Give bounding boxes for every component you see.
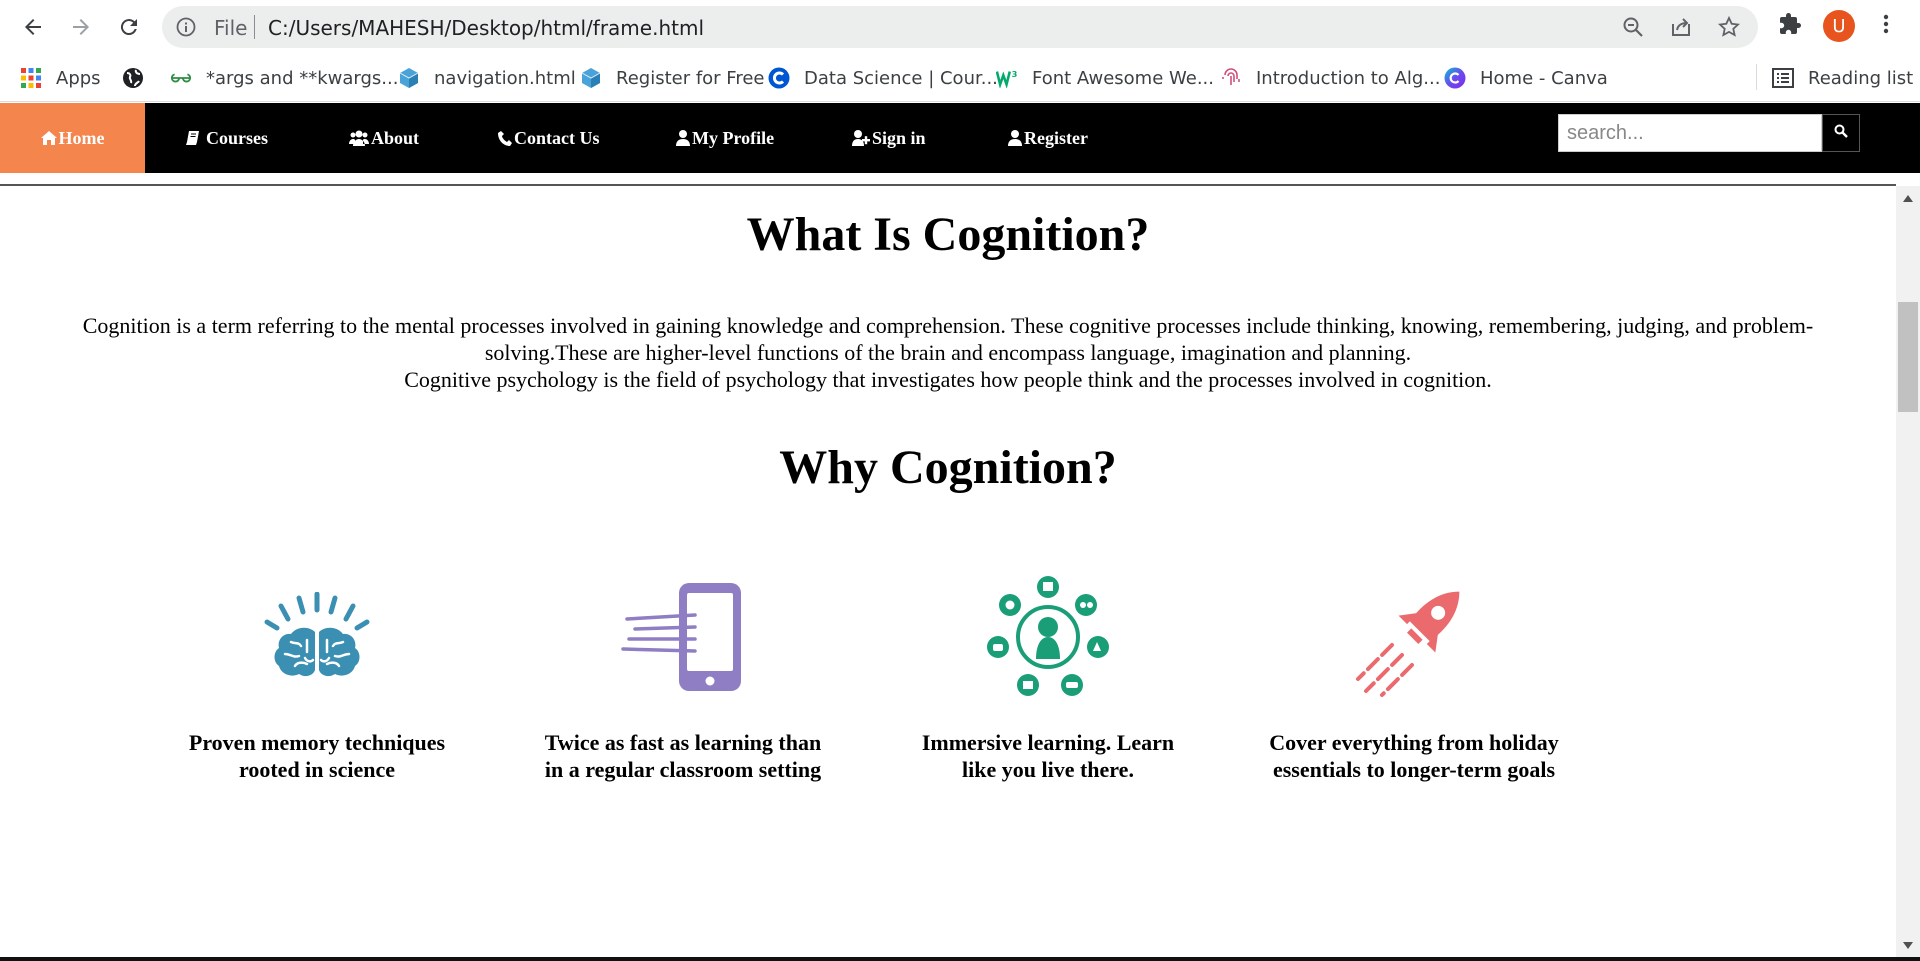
menu-kebab-icon[interactable] — [1874, 12, 1898, 41]
bookmark-apps[interactable]: Apps — [20, 64, 101, 92]
paragraph-line: Cognition is a term referring to the men… — [82, 313, 1814, 365]
scrollbar-thumb[interactable] — [1898, 302, 1918, 412]
reading-list-button[interactable]: Reading list — [1772, 64, 1913, 92]
nav-contact-label: Contact Us — [514, 127, 600, 148]
feature-card-immersive: Immersive learning. Learn like you live … — [903, 576, 1193, 783]
user-icon — [1008, 130, 1022, 146]
nav-courses-label: Courses — [206, 127, 268, 148]
nav-profile[interactable]: My Profile — [676, 103, 774, 173]
feature-label: Twice as fast as learning than in a regu… — [544, 730, 822, 782]
search-input[interactable] — [1558, 114, 1822, 152]
feature-label: Cover everything from holiday essentials… — [1269, 730, 1559, 782]
reading-list-icon — [1772, 67, 1794, 89]
fingerprint-icon — [1220, 67, 1242, 89]
omnibox-separator — [254, 15, 255, 39]
bookmarks-divider — [1756, 64, 1757, 90]
nav-about-label: About — [371, 127, 420, 148]
svg-text:3: 3 — [1012, 69, 1018, 79]
bookmark-label: Home - Canva — [1480, 67, 1608, 89]
section-title: Why Cognition? — [779, 441, 1117, 494]
bookmark-canva[interactable]: Home - Canva — [1444, 64, 1608, 92]
address-bar[interactable]: File C:/Users/MAHESH/Desktop/html/frame.… — [162, 6, 1758, 48]
globe-icon — [122, 67, 144, 89]
bookmark-label: Apps — [56, 67, 101, 89]
user-plus-icon — [852, 130, 870, 146]
browser-toolbar: File C:/Users/MAHESH/Desktop/html/frame.… — [0, 0, 1920, 54]
reading-list-label: Reading list — [1808, 67, 1914, 89]
nav-signin[interactable]: Sign in — [852, 103, 926, 173]
canva-icon — [1444, 67, 1466, 89]
scroll-down-icon[interactable] — [1896, 936, 1920, 954]
page-title: What Is Cognition? — [746, 208, 1150, 261]
people-network-icon — [903, 576, 1193, 697]
site-info-icon[interactable] — [176, 17, 196, 42]
bookmark-navigation[interactable]: navigation.html — [398, 64, 576, 92]
nav-register-label: Register — [1024, 127, 1088, 148]
feature-label: Immersive learning. Learn like you live … — [921, 730, 1175, 782]
home-icon — [40, 131, 57, 145]
feature-card-speed: Twice as fast as learning than in a regu… — [538, 577, 828, 783]
back-icon[interactable] — [16, 10, 50, 44]
coursera-icon — [768, 67, 790, 89]
bookmark-register-free[interactable]: Register for Free — [580, 64, 765, 92]
scheme-label: File — [214, 16, 248, 40]
phone-icon — [538, 577, 828, 697]
rocket-icon — [1269, 577, 1559, 697]
bookmark-intro-algorithms[interactable]: Introduction to Alg... — [1220, 64, 1440, 92]
url-text[interactable]: C:/Users/MAHESH/Desktop/html/frame.html — [268, 16, 704, 40]
bookmark-args-kwargs[interactable]: *args and **kwargs... — [170, 64, 398, 92]
bookmark-label: *args and **kwargs... — [206, 67, 399, 89]
geeksforgeeks-icon — [170, 67, 192, 89]
users-icon — [349, 130, 369, 146]
bookmarks-bar: Apps *args and **kwargs... navigation.ht… — [0, 54, 1920, 102]
bookmark-label: Register for Free — [616, 67, 765, 89]
zoom-icon[interactable] — [1622, 16, 1644, 43]
file-cube-icon — [398, 67, 420, 89]
feature-card-memory: Proven memory techniques rooted in scien… — [172, 577, 462, 783]
reload-icon[interactable] — [112, 10, 146, 44]
phone-handset-icon — [498, 130, 512, 146]
feature-label: Proven memory techniques rooted in scien… — [188, 730, 446, 782]
bookmark-label: navigation.html — [434, 67, 576, 89]
nav-contact[interactable]: Contact Us — [498, 103, 600, 173]
bookmark-label: Data Science | Cour... — [804, 67, 998, 89]
bookmark-label: Font Awesome We... — [1032, 67, 1214, 89]
nav-signin-label: Sign in — [872, 127, 926, 148]
share-icon[interactable] — [1670, 16, 1692, 43]
header-divider — [0, 184, 1896, 186]
search-button[interactable] — [1822, 114, 1860, 152]
site-navbar: Home Courses About Contact Us My Profile… — [0, 103, 1920, 173]
intro-paragraph: Cognition is a term referring to the men… — [40, 312, 1856, 393]
bottom-edge — [0, 957, 1920, 961]
bookmark-font-awesome[interactable]: 3 Font Awesome We... — [996, 64, 1214, 92]
nav-profile-label: My Profile — [692, 127, 775, 148]
bookmark-star-icon[interactable] — [1717, 15, 1741, 43]
feature-card-goals: Cover everything from holiday essentials… — [1269, 577, 1559, 783]
main-content: What Is Cognition? Cognition is a term r… — [0, 187, 1896, 957]
nav-courses[interactable]: Courses — [186, 103, 268, 173]
brain-icon — [172, 577, 462, 697]
forward-icon[interactable] — [64, 10, 98, 44]
scroll-up-icon[interactable] — [1896, 189, 1920, 207]
bookmark-label: Introduction to Alg... — [1256, 67, 1441, 89]
bookmark-data-science[interactable]: Data Science | Cour... — [768, 64, 998, 92]
user-icon — [676, 130, 690, 146]
nav-register[interactable]: Register — [1008, 103, 1088, 173]
file-cube-icon — [580, 67, 602, 89]
nav-home[interactable]: Home — [0, 103, 145, 173]
book-icon — [186, 131, 200, 145]
w3schools-icon: 3 — [996, 67, 1018, 89]
extensions-puzzle-icon[interactable] — [1778, 12, 1802, 41]
search-icon — [1834, 124, 1848, 143]
apps-grid-icon — [20, 67, 42, 89]
profile-avatar[interactable]: U — [1823, 10, 1855, 42]
bookmark-globe[interactable] — [122, 64, 158, 92]
paragraph-line: Cognitive psychology is the field of psy… — [404, 367, 1492, 392]
nav-about[interactable]: About — [349, 103, 419, 173]
nav-home-label: Home — [58, 127, 105, 148]
